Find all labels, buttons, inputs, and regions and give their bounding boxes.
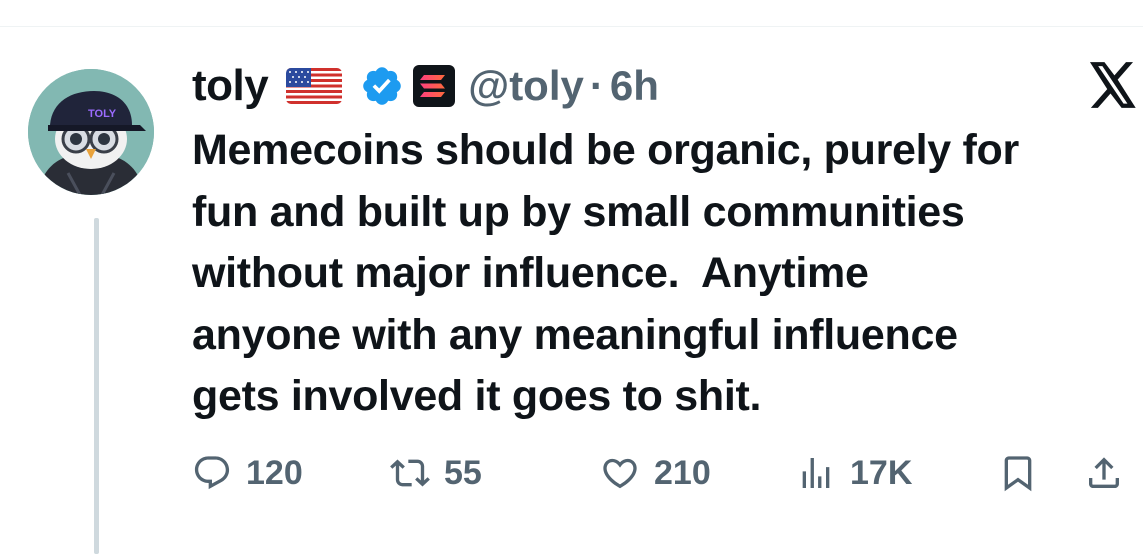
views-button[interactable]: 17K bbox=[796, 448, 912, 498]
separator-dot: · bbox=[589, 62, 604, 109]
like-icon bbox=[603, 458, 637, 489]
verified-badge-icon[interactable] bbox=[360, 64, 404, 108]
top-divider bbox=[0, 26, 1143, 27]
avatar-cap-text: TOLY bbox=[88, 108, 117, 120]
x-logo-icon bbox=[1088, 62, 1138, 108]
like-button[interactable]: 210 bbox=[600, 448, 711, 498]
views-count: 17K bbox=[850, 453, 913, 492]
tweet-header: toly @toly · 6h bbox=[192, 58, 659, 114]
solana-badge-icon[interactable] bbox=[412, 64, 456, 108]
action-bar: 120 55 210 17K bbox=[192, 448, 1132, 498]
tweet-text: Memecoins should be organic, purely for … bbox=[192, 126, 1019, 420]
share-button[interactable] bbox=[1084, 448, 1124, 498]
reply-button[interactable]: 120 bbox=[192, 448, 303, 498]
avatar[interactable]: TOLY bbox=[28, 69, 154, 195]
repost-count: 55 bbox=[444, 453, 482, 492]
repost-button[interactable]: 55 bbox=[390, 448, 482, 498]
timestamp[interactable]: 6h bbox=[610, 62, 659, 110]
bookmark-icon bbox=[1004, 456, 1032, 492]
us-flag-icon bbox=[286, 68, 343, 104]
reply-icon bbox=[194, 456, 230, 490]
thread-line bbox=[94, 218, 99, 554]
share-icon bbox=[1089, 457, 1119, 488]
repost-icon bbox=[390, 459, 430, 487]
like-count: 210 bbox=[654, 453, 711, 492]
reply-count: 120 bbox=[246, 453, 303, 492]
avatar-image: TOLY bbox=[28, 69, 154, 195]
views-icon bbox=[802, 458, 830, 488]
bookmark-button[interactable] bbox=[998, 448, 1038, 498]
display-name[interactable]: toly bbox=[192, 61, 269, 111]
handle[interactable]: @toly bbox=[468, 62, 584, 110]
